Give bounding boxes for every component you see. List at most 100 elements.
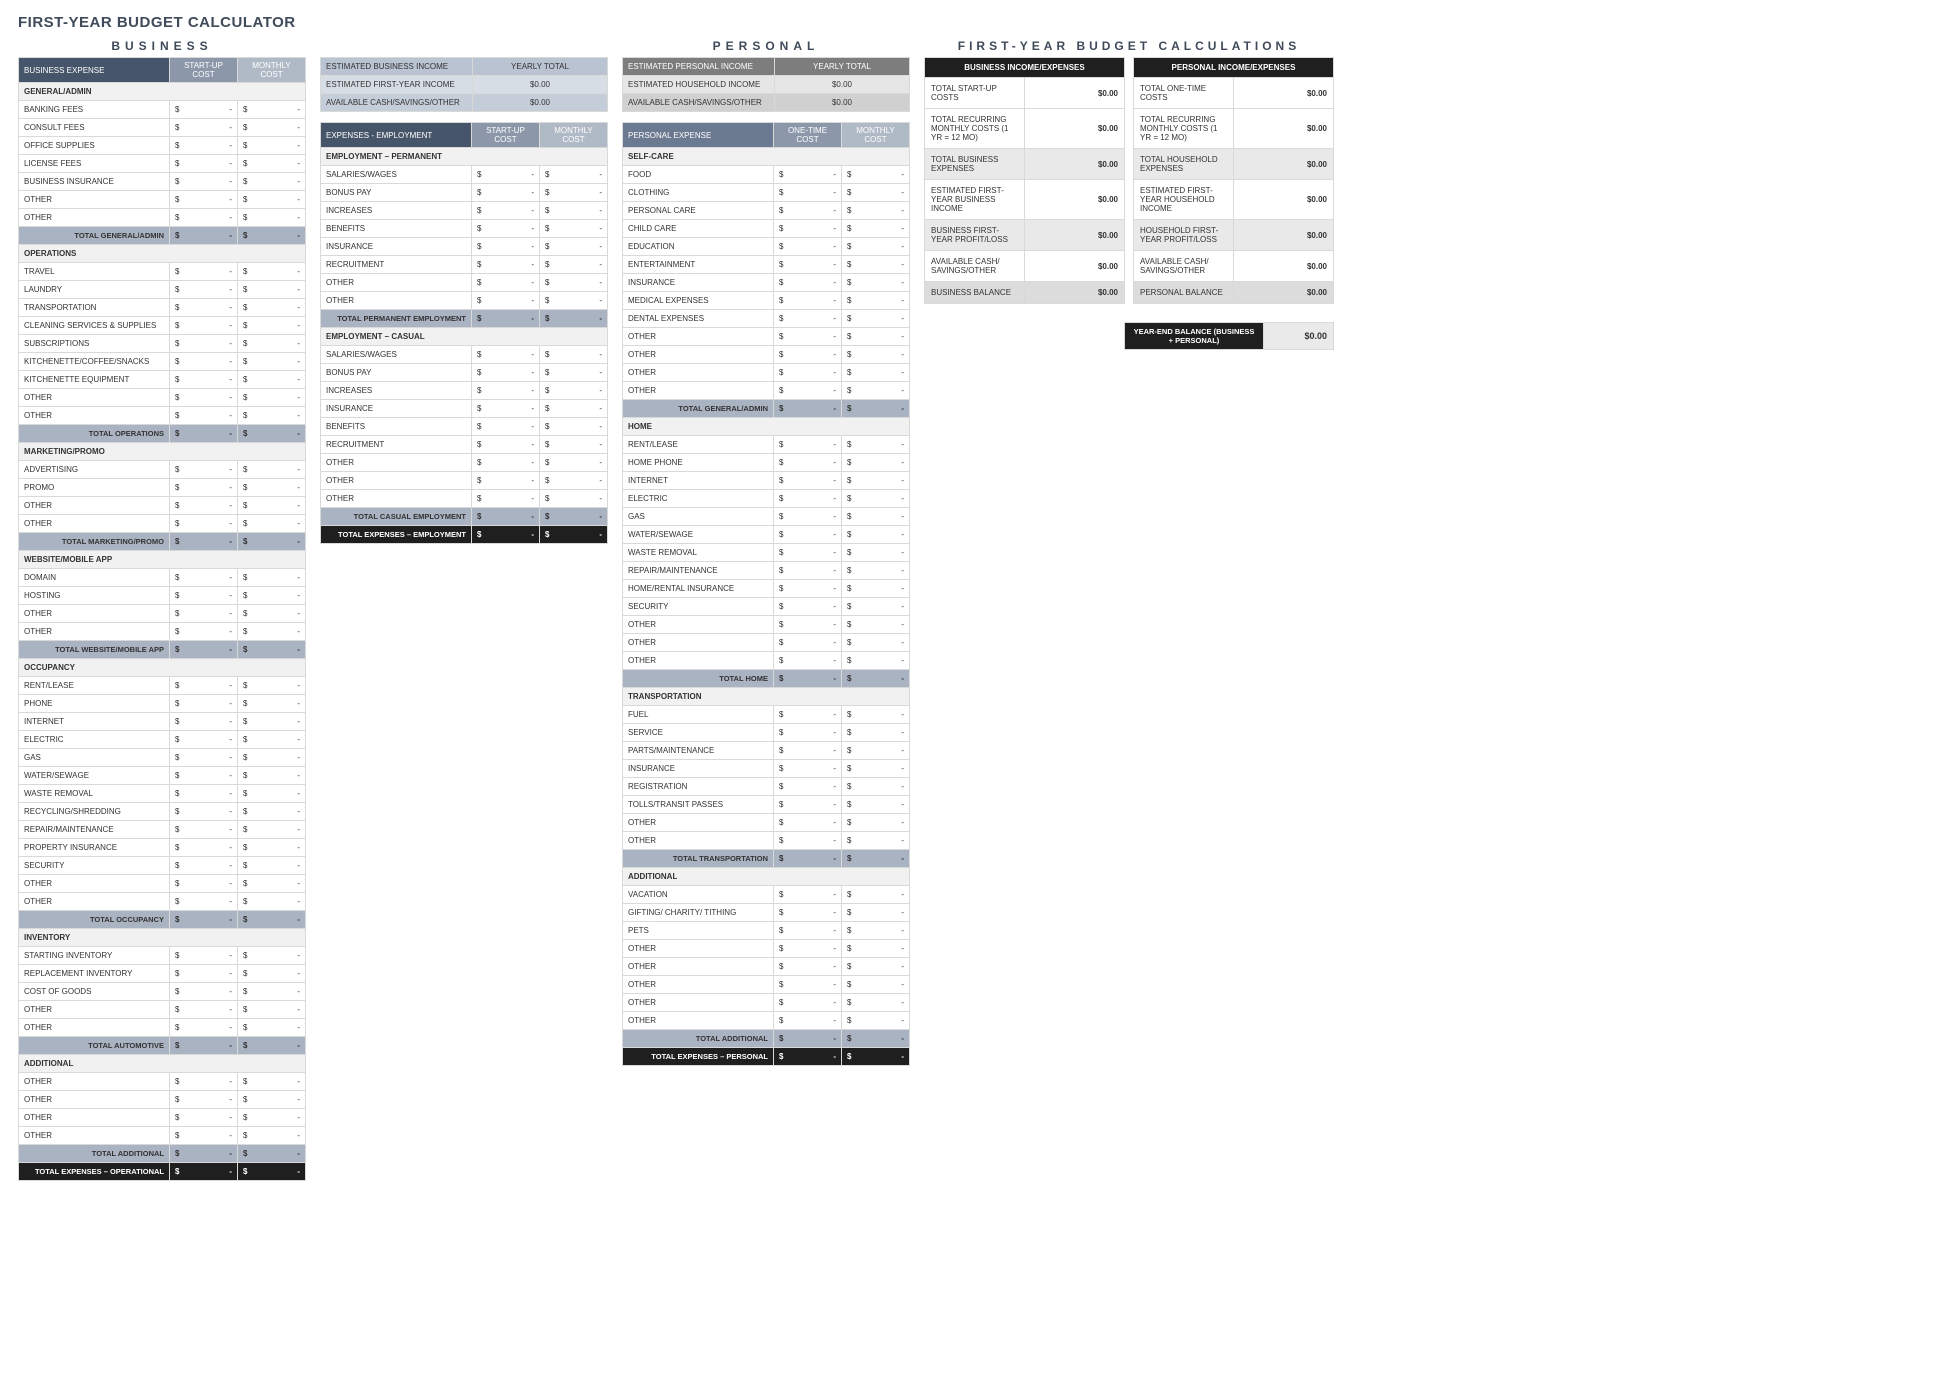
biz-row-4-10-a[interactable]: $-: [170, 857, 238, 875]
pers-row-0-6[interactable]: INSURANCE: [623, 274, 774, 292]
biz-row-5-3-b[interactable]: $-: [238, 1001, 306, 1019]
pers-row-1-10-b[interactable]: $-: [842, 616, 910, 634]
emp-row-0-6-b[interactable]: $-: [540, 274, 608, 292]
biz-row-2-1-b[interactable]: $-: [238, 479, 306, 497]
pers-row-2-7-b[interactable]: $-: [842, 832, 910, 850]
pers-row-1-2-b[interactable]: $-: [842, 472, 910, 490]
pers-row-0-1-a[interactable]: $-: [774, 184, 842, 202]
emp-row-1-7-b[interactable]: $-: [540, 472, 608, 490]
biz-row-1-0-a[interactable]: $-: [170, 263, 238, 281]
pers-row-0-7-b[interactable]: $-: [842, 292, 910, 310]
pers-row-1-0-a[interactable]: $-: [774, 436, 842, 454]
biz-row-3-1[interactable]: HOSTING: [19, 587, 170, 605]
pers-row-2-1-a[interactable]: $-: [774, 724, 842, 742]
emp-row-1-3-b[interactable]: $-: [540, 400, 608, 418]
biz-row-4-11-a[interactable]: $-: [170, 875, 238, 893]
pers-row-2-4-b[interactable]: $-: [842, 778, 910, 796]
pers-row-1-2-a[interactable]: $-: [774, 472, 842, 490]
biz-row-4-1-b[interactable]: $-: [238, 695, 306, 713]
pers-row-2-4-a[interactable]: $-: [774, 778, 842, 796]
pers-row-3-0-b[interactable]: $-: [842, 886, 910, 904]
emp-row-1-4[interactable]: BENEFITS: [321, 418, 472, 436]
pers-row-3-6-b[interactable]: $-: [842, 994, 910, 1012]
biz-row-1-8-a[interactable]: $-: [170, 407, 238, 425]
biz-row-5-3[interactable]: OTHER: [19, 1001, 170, 1019]
pers-row-1-4-b[interactable]: $-: [842, 508, 910, 526]
biz-row-6-3[interactable]: OTHER: [19, 1127, 170, 1145]
pers-row-0-12-a[interactable]: $-: [774, 382, 842, 400]
pers-row-1-5[interactable]: WATER/SEWAGE: [623, 526, 774, 544]
pers-income-val-2[interactable]: $0.00: [775, 94, 910, 112]
biz-row-3-3[interactable]: OTHER: [19, 623, 170, 641]
biz-row-0-6-a[interactable]: $-: [170, 209, 238, 227]
pers-row-0-8-b[interactable]: $-: [842, 310, 910, 328]
emp-row-1-4-b[interactable]: $-: [540, 418, 608, 436]
pers-row-1-0[interactable]: RENT/LEASE: [623, 436, 774, 454]
biz-row-3-2-a[interactable]: $-: [170, 605, 238, 623]
biz-row-4-4-a[interactable]: $-: [170, 749, 238, 767]
pers-row-2-0-a[interactable]: $-: [774, 706, 842, 724]
pers-row-0-0-a[interactable]: $-: [774, 166, 842, 184]
emp-row-0-3[interactable]: BENEFITS: [321, 220, 472, 238]
biz-row-2-2-a[interactable]: $-: [170, 497, 238, 515]
biz-row-6-3-b[interactable]: $-: [238, 1127, 306, 1145]
pers-row-3-4[interactable]: OTHER: [623, 958, 774, 976]
emp-row-1-0[interactable]: SALARIES/WAGES: [321, 346, 472, 364]
emp-row-0-3-b[interactable]: $-: [540, 220, 608, 238]
biz-row-1-5-a[interactable]: $-: [170, 353, 238, 371]
biz-row-4-4-b[interactable]: $-: [238, 749, 306, 767]
biz-row-5-4-a[interactable]: $-: [170, 1019, 238, 1037]
biz-row-0-0-b[interactable]: $-: [238, 101, 306, 119]
pers-row-1-7-a[interactable]: $-: [774, 562, 842, 580]
biz-row-4-9-b[interactable]: $-: [238, 839, 306, 857]
pers-row-0-5[interactable]: ENTERTAINMENT: [623, 256, 774, 274]
biz-row-0-4-b[interactable]: $-: [238, 173, 306, 191]
pers-row-3-7-b[interactable]: $-: [842, 1012, 910, 1030]
biz-row-4-2-a[interactable]: $-: [170, 713, 238, 731]
biz-row-1-6-a[interactable]: $-: [170, 371, 238, 389]
biz-row-5-4-b[interactable]: $-: [238, 1019, 306, 1037]
pers-row-1-8-b[interactable]: $-: [842, 580, 910, 598]
pers-row-0-3-b[interactable]: $-: [842, 220, 910, 238]
pers-row-0-4[interactable]: EDUCATION: [623, 238, 774, 256]
biz-row-3-2[interactable]: OTHER: [19, 605, 170, 623]
biz-row-1-4[interactable]: SUBSCRIPTIONS: [19, 335, 170, 353]
pers-row-1-12-b[interactable]: $-: [842, 652, 910, 670]
biz-row-4-3-b[interactable]: $-: [238, 731, 306, 749]
biz-row-4-11-b[interactable]: $-: [238, 875, 306, 893]
pers-row-1-9-b[interactable]: $-: [842, 598, 910, 616]
biz-row-1-0[interactable]: TRAVEL: [19, 263, 170, 281]
pers-row-0-9-b[interactable]: $-: [842, 328, 910, 346]
biz-row-5-0[interactable]: STARTING INVENTORY: [19, 947, 170, 965]
emp-row-0-2-a[interactable]: $-: [472, 202, 540, 220]
pers-row-2-3[interactable]: INSURANCE: [623, 760, 774, 778]
biz-row-6-2-a[interactable]: $-: [170, 1109, 238, 1127]
emp-row-0-6-a[interactable]: $-: [472, 274, 540, 292]
biz-row-5-3-a[interactable]: $-: [170, 1001, 238, 1019]
biz-row-2-0-a[interactable]: $-: [170, 461, 238, 479]
pers-row-3-5[interactable]: OTHER: [623, 976, 774, 994]
pers-row-0-2-a[interactable]: $-: [774, 202, 842, 220]
biz-row-4-5-a[interactable]: $-: [170, 767, 238, 785]
emp-row-0-0-a[interactable]: $-: [472, 166, 540, 184]
biz-row-4-6-b[interactable]: $-: [238, 785, 306, 803]
pers-row-1-4[interactable]: GAS: [623, 508, 774, 526]
biz-row-2-2[interactable]: OTHER: [19, 497, 170, 515]
biz-row-0-3[interactable]: LICENSE FEES: [19, 155, 170, 173]
pers-row-0-11-a[interactable]: $-: [774, 364, 842, 382]
pers-row-1-5-a[interactable]: $-: [774, 526, 842, 544]
biz-row-4-5-b[interactable]: $-: [238, 767, 306, 785]
pers-row-1-3-b[interactable]: $-: [842, 490, 910, 508]
emp-row-1-6-b[interactable]: $-: [540, 454, 608, 472]
pers-row-1-7[interactable]: REPAIR/MAINTENANCE: [623, 562, 774, 580]
biz-row-0-1-b[interactable]: $-: [238, 119, 306, 137]
pers-row-1-12[interactable]: OTHER: [623, 652, 774, 670]
biz-row-1-2-a[interactable]: $-: [170, 299, 238, 317]
pers-row-1-11-a[interactable]: $-: [774, 634, 842, 652]
biz-row-6-3-a[interactable]: $-: [170, 1127, 238, 1145]
pers-row-0-6-a[interactable]: $-: [774, 274, 842, 292]
biz-row-1-6-b[interactable]: $-: [238, 371, 306, 389]
emp-row-0-4-a[interactable]: $-: [472, 238, 540, 256]
biz-row-2-3[interactable]: OTHER: [19, 515, 170, 533]
biz-row-2-1-a[interactable]: $-: [170, 479, 238, 497]
